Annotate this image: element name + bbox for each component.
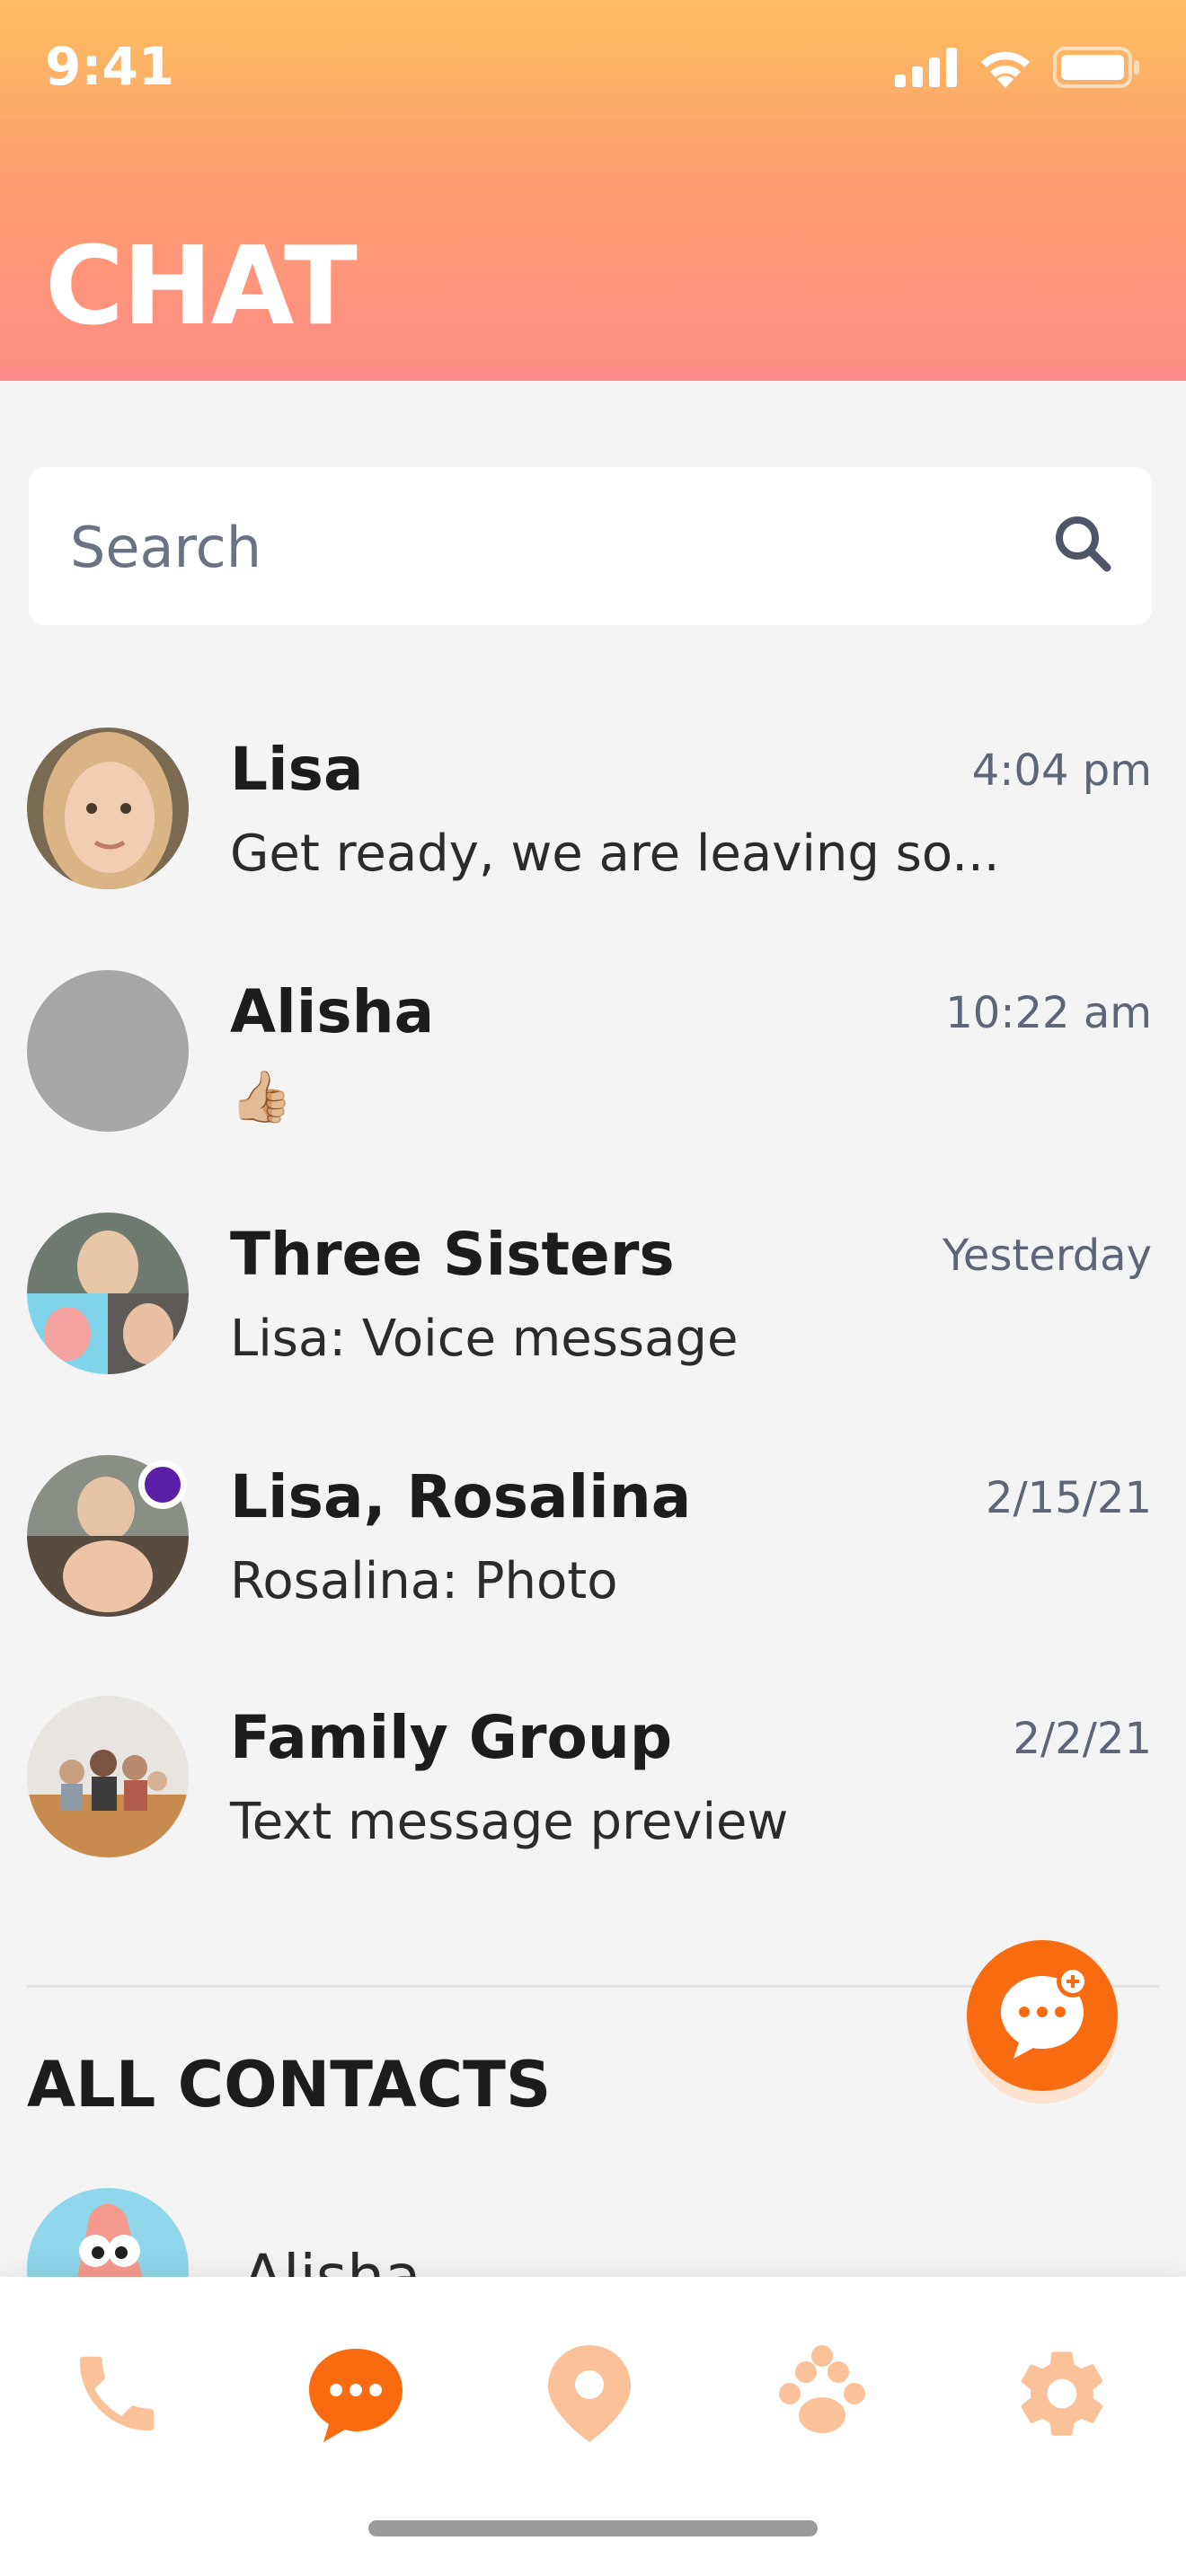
search-icon[interactable] xyxy=(1053,514,1112,573)
tab-pets[interactable] xyxy=(768,2340,876,2448)
chat-row-lisa-rosalina[interactable]: Lisa, Rosalina 2/15/21 Rosalina: Photo xyxy=(0,1455,1186,1680)
battery-icon xyxy=(1053,47,1139,88)
chat-name: Lisa xyxy=(230,735,364,804)
chat-name: Lisa, Rosalina xyxy=(230,1462,692,1531)
tab-settings[interactable] xyxy=(1008,2340,1116,2448)
search-bar xyxy=(29,467,1152,627)
search-input[interactable] xyxy=(68,467,1015,627)
tab-phone[interactable] xyxy=(63,2340,171,2448)
chat-time: 10:22 am xyxy=(945,988,1152,1038)
chat-preview: Get ready, we are leaving so... xyxy=(230,825,1000,883)
chat-row-three-sisters[interactable]: Three Sisters Yesterday Lisa: Voice mess… xyxy=(0,1213,1186,1437)
avatar xyxy=(27,728,189,889)
wifi-icon xyxy=(981,51,1030,88)
chat-preview: Text message preview xyxy=(230,1793,789,1851)
group-avatar xyxy=(27,1213,189,1374)
chat-row-alisha[interactable]: Alisha 10:22 am 👍🏼 xyxy=(0,970,1186,1195)
location-icon xyxy=(548,2345,631,2442)
new-chat-icon xyxy=(1001,1965,1089,2059)
page-title: CHAT xyxy=(45,225,358,349)
group-avatar xyxy=(27,1696,189,1857)
home-indicator[interactable] xyxy=(368,2520,818,2536)
phone-icon xyxy=(79,2356,155,2431)
new-chat-button[interactable] xyxy=(967,1940,1118,2091)
avatar-placeholder xyxy=(27,970,189,1132)
tab-location[interactable] xyxy=(535,2340,643,2448)
status-time: 9:41 xyxy=(45,36,175,97)
chat-preview: 👍🏼 xyxy=(230,1068,293,1126)
cellular-signal-icon xyxy=(895,48,957,87)
chat-preview: Lisa: Voice message xyxy=(230,1310,739,1368)
chat-name: Alisha xyxy=(230,977,435,1046)
gear-icon xyxy=(1021,2351,1103,2436)
chat-time: 4:04 pm xyxy=(971,745,1152,796)
chat-preview: Rosalina: Photo xyxy=(230,1552,618,1610)
paw-icon xyxy=(779,2345,865,2433)
chat-time: Yesterday xyxy=(942,1231,1152,1281)
tab-chat[interactable] xyxy=(302,2340,410,2448)
chat-name: Three Sisters xyxy=(230,1220,675,1289)
all-contacts-heading: ALL CONTACTS xyxy=(27,2048,552,2122)
chat-row-family-group[interactable]: Family Group 2/2/21 Text message preview xyxy=(0,1696,1186,1920)
status-icons xyxy=(895,47,1141,88)
chat-time: 2/2/21 xyxy=(1013,1714,1153,1764)
header: 9:41 CHAT xyxy=(0,0,1186,381)
chat-name: Family Group xyxy=(230,1703,673,1772)
chat-row-lisa[interactable]: Lisa 4:04 pm Get ready, we are leaving s… xyxy=(0,728,1186,952)
chat-time: 2/15/21 xyxy=(985,1473,1152,1523)
chat-icon xyxy=(309,2349,403,2442)
online-indicator xyxy=(138,1460,187,1509)
